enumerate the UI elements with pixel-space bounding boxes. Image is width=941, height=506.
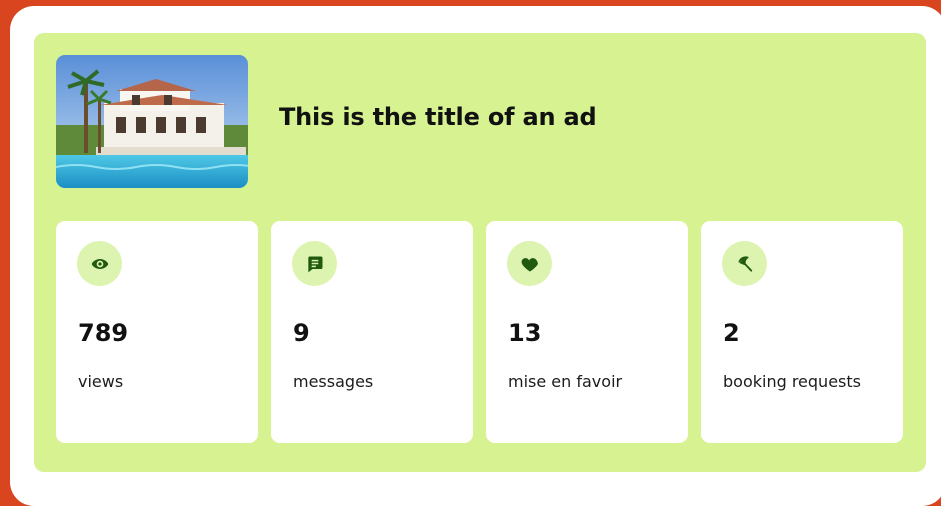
ad-stats-container: This is the title of an ad 789 views 9 m…: [10, 6, 941, 506]
favorites-label: mise en favoir: [508, 372, 623, 391]
villa-photo: [56, 55, 248, 188]
ad-title: This is the title of an ad: [279, 103, 597, 131]
message-icon: [292, 241, 337, 286]
messages-label: messages: [293, 372, 374, 391]
stat-card-booking-requests: 2 booking requests: [701, 221, 903, 443]
booking-requests-count: 2: [723, 319, 740, 347]
favorites-count: 13: [508, 319, 542, 347]
views-count: 789: [78, 319, 129, 347]
ad-thumbnail[interactable]: [56, 55, 248, 188]
stat-card-messages: 9 messages: [271, 221, 473, 443]
views-label: views: [78, 372, 124, 391]
stat-card-favorites: 13 mise en favoir: [486, 221, 688, 443]
booking-requests-label: booking requests: [723, 372, 861, 391]
heart-icon: [507, 241, 552, 286]
ad-stats-panel: This is the title of an ad 789 views 9 m…: [34, 33, 926, 472]
stat-card-views: 789 views: [56, 221, 258, 443]
umbrella-icon: [722, 241, 767, 286]
eye-icon: [77, 241, 122, 286]
messages-count: 9: [293, 319, 310, 347]
